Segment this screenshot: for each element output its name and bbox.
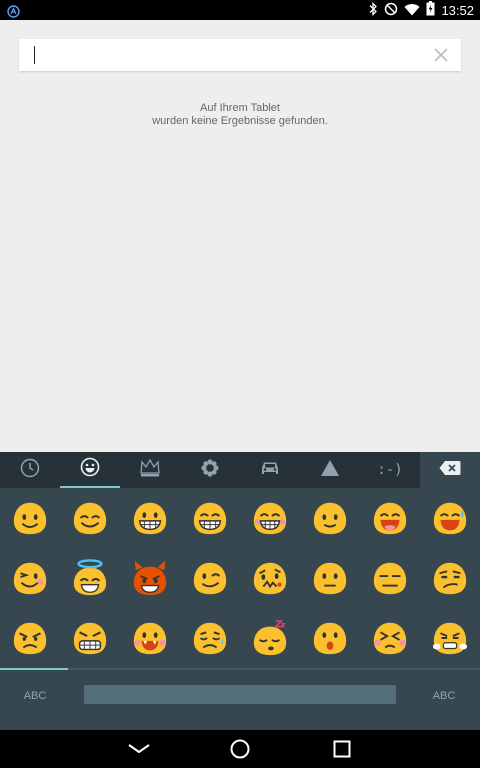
app-notification-icon xyxy=(7,3,20,22)
triangle-icon xyxy=(320,459,340,481)
wifi-icon xyxy=(404,1,420,20)
tab-objects[interactable] xyxy=(120,452,180,488)
emoji-slight-smile[interactable] xyxy=(300,488,360,548)
emoji-blush-grin[interactable] xyxy=(60,488,120,548)
emoji-beaming-grin[interactable] xyxy=(240,488,300,548)
emoticons-tab-label: :-) xyxy=(377,462,403,478)
flower-icon xyxy=(200,458,220,482)
battery-icon xyxy=(426,0,435,20)
search-input[interactable] xyxy=(36,39,416,71)
tab-smileys[interactable] xyxy=(60,452,120,488)
emoji-category-tabs: :-) xyxy=(0,452,480,488)
emoji-grid xyxy=(0,488,480,668)
emoji-cheeky[interactable] xyxy=(240,548,300,608)
tab-emoticons[interactable]: :-) xyxy=(360,452,420,488)
emoji-smile[interactable] xyxy=(0,488,60,548)
navigation-bar xyxy=(0,730,480,768)
tab-places[interactable] xyxy=(240,452,300,488)
emoji-laughing[interactable] xyxy=(360,488,420,548)
emoji-sleepy[interactable] xyxy=(240,608,300,668)
backspace-icon xyxy=(439,460,461,480)
emoji-crying-steam[interactable] xyxy=(420,608,480,668)
close-icon[interactable] xyxy=(433,47,449,63)
abc-left-button[interactable]: ABC xyxy=(5,688,65,704)
emoji-fangs[interactable] xyxy=(120,608,180,668)
emoji-halo[interactable] xyxy=(60,548,120,608)
emoji-grin-squint[interactable] xyxy=(180,488,240,548)
car-icon xyxy=(259,459,281,481)
crown-icon xyxy=(139,458,161,482)
back-icon[interactable] xyxy=(128,739,150,759)
no-results-line-1: Auf Ihrem Tablet xyxy=(200,102,280,114)
emoji-grin-teeth[interactable] xyxy=(120,488,180,548)
emoji-sweat-smile[interactable] xyxy=(420,488,480,548)
do-not-disturb-icon xyxy=(384,1,398,20)
emoji-wink[interactable] xyxy=(0,548,60,608)
emoji-neutral-smirk[interactable] xyxy=(300,548,360,608)
emoji-expressionless[interactable] xyxy=(360,548,420,608)
status-bar: 13:52 xyxy=(0,0,480,20)
text-cursor xyxy=(34,46,35,64)
emoji-sad-weary[interactable] xyxy=(180,608,240,668)
emoji-unamused[interactable] xyxy=(420,548,480,608)
tab-nature[interactable] xyxy=(180,452,240,488)
recents-icon[interactable] xyxy=(333,739,351,759)
bluetooth-icon xyxy=(368,1,378,20)
emoji-squint-pout[interactable] xyxy=(360,608,420,668)
clock-icon xyxy=(20,458,40,482)
emoji-keyboard: :-) ABC ABC xyxy=(0,452,480,730)
keyboard-bottom-row: ABC ABC xyxy=(0,670,480,730)
emoji-grimace[interactable] xyxy=(60,608,120,668)
search-box[interactable] xyxy=(19,39,461,71)
emoji-smirk-wink[interactable] xyxy=(180,548,240,608)
space-bar[interactable] xyxy=(84,685,396,704)
clock-time: 13:52 xyxy=(441,2,474,18)
emoji-surprised[interactable] xyxy=(300,608,360,668)
tab-symbols[interactable] xyxy=(300,452,360,488)
tab-recent[interactable] xyxy=(0,452,60,488)
home-icon[interactable] xyxy=(230,739,250,759)
abc-right-button[interactable]: ABC xyxy=(414,688,474,704)
delete-button[interactable] xyxy=(420,452,480,488)
smiley-icon xyxy=(80,457,100,481)
no-results-message: Auf Ihrem Tablet wurden keine Ergebnisse… xyxy=(0,102,480,128)
no-results-line-2: wurden keine Ergebnisse gefunden. xyxy=(152,115,328,127)
emoji-devil[interactable] xyxy=(120,548,180,608)
emoji-angry[interactable] xyxy=(0,608,60,668)
